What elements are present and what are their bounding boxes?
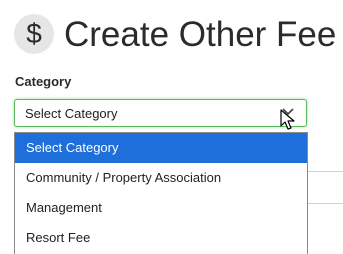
page-title: Create Other Fee: [64, 14, 337, 54]
mouse-cursor-icon: [280, 109, 295, 130]
option-community-property-association[interactable]: Community / Property Association: [15, 163, 307, 193]
create-other-fee-page: $ Create Other Fee Category Select Categ…: [0, 0, 343, 254]
option-select-category[interactable]: Select Category: [15, 133, 307, 163]
background-divider: [308, 203, 343, 204]
category-dropdown-list: Select Category Community / Property Ass…: [14, 132, 308, 254]
option-management[interactable]: Management: [15, 193, 307, 223]
category-select[interactable]: Select Category: [14, 99, 307, 127]
dollar-icon: $: [14, 14, 54, 54]
category-label: Category: [15, 74, 72, 89]
background-divider: [308, 171, 343, 172]
option-resort-fee[interactable]: Resort Fee: [15, 223, 307, 253]
category-select-value: Select Category: [25, 106, 118, 121]
page-header: $ Create Other Fee: [14, 12, 336, 56]
